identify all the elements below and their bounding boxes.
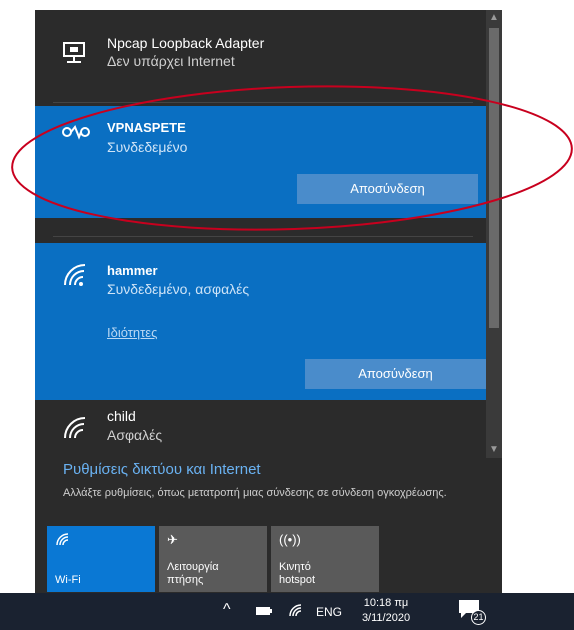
tile-label: Wi-Fi <box>55 574 81 586</box>
scroll-down-icon[interactable]: ▼ <box>486 442 502 458</box>
wifi-icon[interactable] <box>288 603 304 620</box>
network-name: Npcap Loopback Adapter <box>107 35 265 51</box>
notification-badge: 21 <box>471 610 486 625</box>
scrollbar-thumb[interactable] <box>489 28 499 328</box>
network-name: VPNASPETE <box>107 120 186 135</box>
network-status: Συνδεδεμένο <box>107 139 188 155</box>
network-item-npcap[interactable]: Npcap Loopback Adapter Δεν υπάρχει Inter… <box>35 10 486 98</box>
network-status: Συνδεδεμένο, ασφαλές <box>107 281 250 297</box>
tile-airplane-mode[interactable]: ✈ Λειτουργία πτήσης <box>159 526 267 592</box>
network-name: hammer <box>107 263 158 278</box>
clock-date: 3/11/2020 <box>361 612 411 624</box>
hotspot-icon: ((•)) <box>279 532 301 547</box>
properties-link[interactable]: Ιδιότητες <box>107 325 157 340</box>
battery-icon[interactable] <box>255 605 273 619</box>
scrollbar[interactable]: ▲ ▼ <box>486 10 502 458</box>
wifi-icon <box>61 263 91 289</box>
divider <box>53 236 473 237</box>
vpn-icon <box>61 122 91 148</box>
clock[interactable]: 10:18 πμ 3/11/2020 <box>350 596 422 626</box>
network-status: Δεν υπάρχει Internet <box>107 53 235 69</box>
divider <box>53 102 473 103</box>
network-settings-link[interactable]: Ρυθμίσεις δικτύου και Internet <box>63 461 261 478</box>
tile-label: Λειτουργία πτήσης <box>167 561 219 586</box>
network-item-vpnaspete[interactable]: VPNASPETE Συνδεδεμένο Αποσύνδεση <box>35 106 486 218</box>
tile-label: Κινητό hotspot <box>279 561 316 586</box>
tile-mobile-hotspot[interactable]: ((•)) Κινητό hotspot <box>271 526 379 592</box>
airplane-icon: ✈ <box>167 532 178 547</box>
ethernet-icon <box>61 40 91 66</box>
scroll-up-icon[interactable]: ▲ <box>486 10 502 26</box>
clock-time: 10:18 πμ <box>363 597 409 609</box>
settings-description: Αλλάξτε ρυθμίσεις, όπως μετατροπή μιας σ… <box>63 487 447 499</box>
network-item-child[interactable]: child Ασφαλές <box>35 400 486 455</box>
wifi-icon <box>55 532 71 549</box>
page: Npcap Loopback Adapter Δεν υπάρχει Inter… <box>0 0 574 630</box>
network-flyout: Npcap Loopback Adapter Δεν υπάρχει Inter… <box>35 10 502 593</box>
chevron-up-icon[interactable]: ^ <box>223 601 231 619</box>
language-indicator[interactable]: ENG <box>316 605 342 619</box>
taskbar: ^ ENG 10:18 πμ 3/11/2020 21 <box>0 593 574 630</box>
wifi-icon <box>61 416 91 442</box>
tile-wifi[interactable]: Wi-Fi <box>47 526 155 592</box>
disconnect-button[interactable]: Αποσύνδεση <box>305 359 486 389</box>
network-name: child <box>107 408 136 424</box>
network-item-hammer[interactable]: hammer Συνδεδεμένο, ασφαλές Ιδιότητες Απ… <box>35 243 486 400</box>
network-status: Ασφαλές <box>107 427 163 443</box>
notification-center-icon[interactable]: 21 <box>458 599 486 625</box>
disconnect-button[interactable]: Αποσύνδεση <box>297 174 478 204</box>
